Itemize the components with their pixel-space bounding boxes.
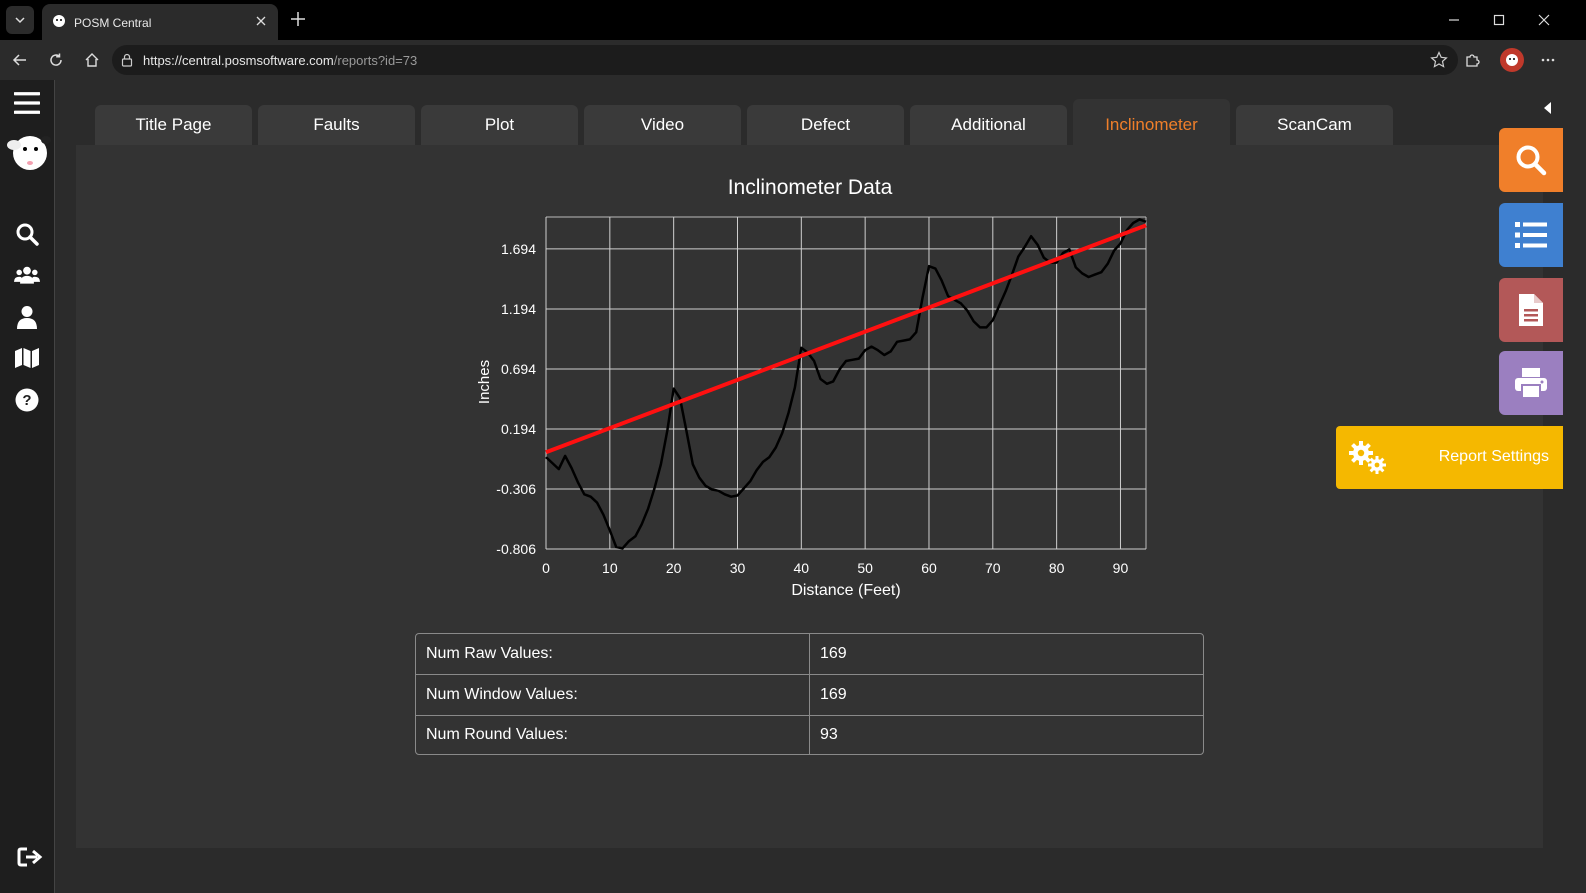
collapse-panel-icon[interactable] (1540, 100, 1556, 116)
favorite-star-icon[interactable] (1430, 51, 1448, 69)
list-icon (1515, 222, 1547, 248)
logout-icon (17, 847, 43, 867)
refresh-button[interactable] (44, 48, 68, 72)
stats-table: Num Raw Values: 169 Num Window Values: 1… (415, 633, 1204, 755)
list-button[interactable] (1499, 203, 1563, 267)
stat-label: Num Window Values: (416, 674, 810, 716)
tab-defect[interactable]: Defect (747, 105, 904, 145)
nav-user[interactable] (14, 304, 40, 330)
home-button[interactable] (80, 48, 104, 72)
close-icon (1538, 14, 1550, 26)
minimize-button[interactable] (1440, 8, 1468, 32)
nav-help[interactable]: ? (14, 387, 40, 413)
print-button[interactable] (1499, 351, 1563, 415)
nav-search[interactable] (14, 221, 40, 247)
tab-label: Defect (800, 115, 851, 134)
new-tab-button[interactable] (287, 8, 309, 30)
tab-label: ScanCam (1277, 115, 1352, 134)
logout-button[interactable] (17, 846, 43, 873)
url-path: /reports?id=73 (333, 53, 418, 68)
search-icon (16, 223, 39, 246)
tab-label: Title Page (135, 115, 212, 134)
address-bar[interactable]: https://central.posmsoftware.com/reports… (112, 45, 1458, 75)
users-icon (14, 266, 40, 284)
gears-icon (1349, 441, 1386, 474)
report-settings-label: Report Settings (1438, 448, 1549, 465)
avatar-icon (1506, 54, 1518, 66)
document-button[interactable] (1499, 278, 1563, 342)
app: ? Title Page Faults Plot Video Defect Ad… (0, 80, 1586, 893)
url-host: https://central.posmsoftware.com (143, 53, 334, 68)
search-icon (1516, 145, 1547, 176)
stat-value: 169 (809, 674, 1203, 716)
chart-title: Inclinometer Data (727, 176, 893, 199)
search-button[interactable] (1499, 128, 1563, 192)
tab-label: Inclinometer (1105, 115, 1198, 134)
url-text: https://central.posmsoftware.com/reports… (143, 53, 417, 68)
possum-logo-icon (7, 136, 51, 170)
posm-logo (4, 132, 52, 176)
menu-button[interactable] (14, 90, 40, 116)
tab-video[interactable]: Video (584, 105, 741, 145)
browser-tab-strip: POSM Central (0, 0, 1586, 40)
lock-icon (121, 53, 133, 67)
tab-inclinometer[interactable]: Inclinometer (1073, 99, 1230, 145)
stat-label: Num Raw Values: (416, 634, 810, 675)
close-tab-icon[interactable] (252, 12, 270, 30)
minimize-icon (1449, 19, 1459, 21)
table-row: Num Window Values: 169 (416, 674, 1203, 716)
menu-icon (14, 92, 40, 114)
close-window-button[interactable] (1530, 8, 1558, 32)
tab-label: Additional (951, 115, 1026, 134)
plus-icon (291, 12, 305, 26)
stat-label: Num Round Values: (416, 715, 810, 754)
report-settings-button[interactable]: Report Settings (1336, 426, 1563, 489)
arrow-left-icon (12, 54, 26, 66)
user-icon (17, 306, 37, 329)
tab-plot[interactable]: Plot (421, 105, 578, 145)
puzzle-icon (1466, 54, 1480, 67)
document-icon (1519, 294, 1543, 326)
posm-favicon-icon (53, 15, 65, 27)
stat-value: 169 (809, 634, 1203, 675)
tab-label: Plot (484, 115, 515, 134)
extensions-button[interactable] (1460, 48, 1484, 72)
tab-label: Video (640, 115, 685, 134)
table-row: Num Round Values: 93 (416, 715, 1203, 754)
nav-users[interactable] (14, 262, 40, 288)
maximize-button[interactable] (1485, 8, 1513, 32)
help-icon: ? (15, 388, 39, 412)
tab-scancam[interactable]: ScanCam (1236, 105, 1393, 145)
maximize-icon (1493, 14, 1505, 26)
back-button[interactable] (8, 48, 32, 72)
browser-tab-title: POSM Central (74, 16, 152, 30)
tab-title-page[interactable]: Title Page (95, 105, 252, 145)
home-icon (85, 53, 99, 67)
more-icon (1541, 58, 1555, 62)
printer-icon (1515, 368, 1547, 398)
map-icon (15, 348, 39, 368)
chevron-down-icon (15, 17, 25, 24)
browser-tab[interactable]: POSM Central (42, 4, 278, 40)
profile-avatar[interactable] (1500, 48, 1524, 72)
tab-additional[interactable]: Additional (910, 105, 1067, 145)
svg-text:?: ? (22, 392, 31, 409)
browser-menu-button[interactable] (1536, 48, 1560, 72)
tab-faults[interactable]: Faults (258, 105, 415, 145)
table-row: Num Raw Values: 169 (416, 634, 1203, 675)
stat-value: 93 (820, 726, 838, 743)
tab-list-button[interactable] (6, 6, 34, 34)
nav-map[interactable] (14, 345, 40, 371)
browser-toolbar: https://central.posmsoftware.com/reports… (0, 40, 1586, 80)
tab-label: Faults (313, 115, 360, 134)
side-nav: ? (0, 80, 55, 893)
refresh-icon (50, 53, 62, 66)
